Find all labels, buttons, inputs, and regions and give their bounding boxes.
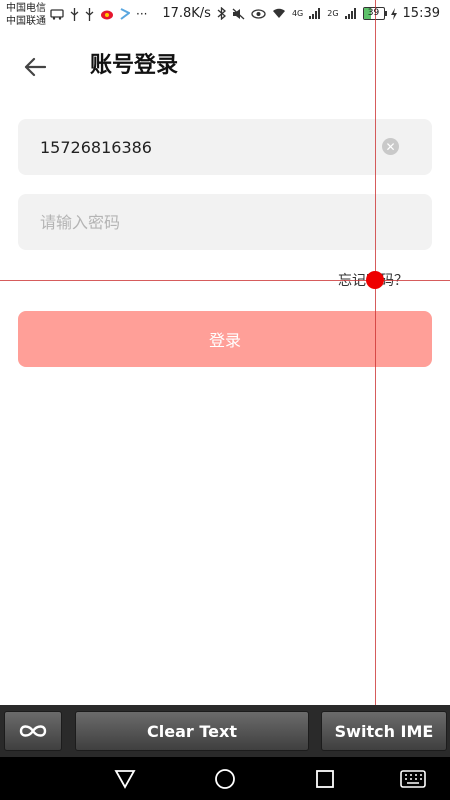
more-notifications-icon: ··· [136,7,148,21]
arrow-left-icon [24,57,46,77]
password-field-container [18,194,432,250]
phone-field-container: ✕ [18,119,432,175]
nav-recents-button[interactable] [311,765,339,793]
wifi-icon [272,8,285,18]
carrier-1: 中国电信 [6,3,46,14]
battery-icon: 39 [362,7,387,20]
clear-text-button[interactable]: Clear Text [75,711,309,751]
infinity-icon [19,725,47,737]
nav-home-button[interactable] [211,765,239,793]
usb-icon [70,7,79,21]
signal-icon [344,8,356,19]
close-icon: ✕ [385,139,396,154]
triangle-back-icon [114,770,136,789]
password-input[interactable] [40,194,380,250]
clear-input-button[interactable]: ✕ [382,138,399,155]
bluetooth-icon [217,7,226,20]
header: 账号登录 [0,40,450,92]
battery-level: 39 [367,8,380,18]
touch-crosshair-vertical [375,0,376,800]
carrier-2: 中国联通 [6,16,46,27]
nav-back-button[interactable] [111,765,139,793]
status-right: 17.8K/s 4G 2G 39 15:39 [162,6,440,21]
bilibili-icon [120,8,130,20]
charging-icon [390,7,397,20]
bus-icon [50,8,64,20]
phone-input[interactable] [40,119,380,175]
navigation-bar [0,757,450,800]
eye-icon [251,8,266,19]
ime-toolbar: Clear Text Switch IME [0,705,450,757]
square-recents-icon [316,770,334,788]
circle-home-icon [215,769,235,789]
keyboard-icon [400,770,426,788]
carrier-info: 中国电信 中国联通 [6,2,46,28]
page-title: 账号登录 [90,53,179,78]
net-speed: 17.8K/s [162,6,211,21]
clock: 15:39 [402,6,440,21]
signal-icon [309,8,321,19]
network-type-1: 4G [291,9,304,18]
nav-keyboard-button[interactable] [398,765,428,793]
notification-icons: ··· [50,7,147,21]
touch-indicator [366,271,384,289]
login-button[interactable]: 登录 [18,311,432,367]
status-bar: 中国电信 中国联通 ··· 17.8K/s 4G 2G 39 15:39 [0,0,450,30]
usb-icon [85,7,94,21]
loop-button[interactable] [4,711,62,751]
back-button[interactable] [18,50,52,84]
mute-icon [232,8,245,19]
switch-ime-button[interactable]: Switch IME [321,711,447,751]
weibo-icon [101,10,113,20]
network-type-2: 2G [327,9,339,18]
